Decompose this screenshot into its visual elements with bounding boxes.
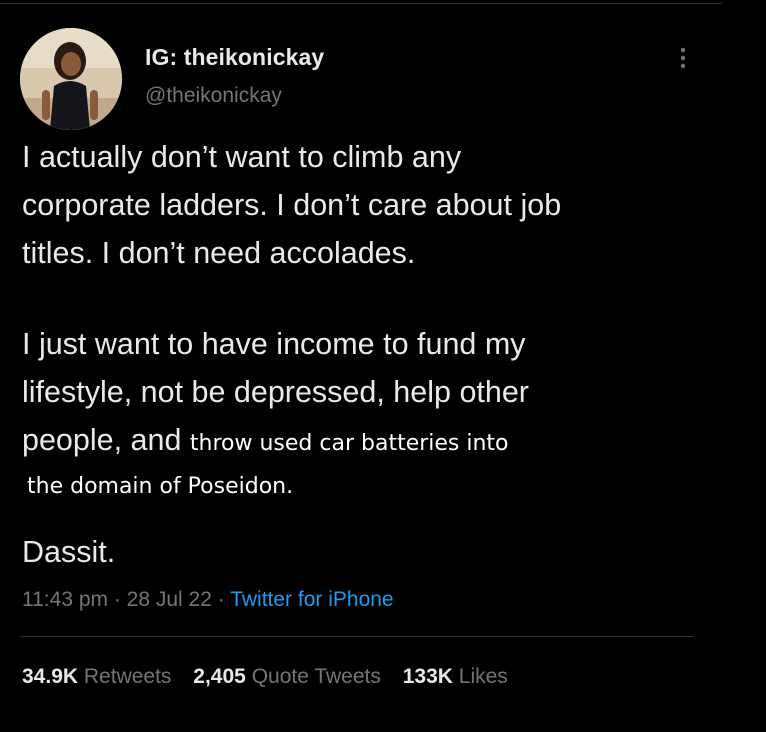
- profile-photo-icon: [20, 28, 122, 130]
- meta-separator: ·: [108, 588, 127, 611]
- tweet-paragraph-2: I just want to have income to fund my li…: [22, 320, 712, 468]
- retweets-stat[interactable]: 34.9K Retweets: [22, 665, 171, 688]
- retweets-label: Retweets: [83, 665, 172, 688]
- quote-tweets-stat[interactable]: 2,405 Quote Tweets: [193, 665, 381, 688]
- likes-stat[interactable]: 133K Likes: [403, 665, 508, 688]
- tweet-line: titles. I don’t need accolades.: [22, 236, 416, 270]
- tweet-paragraph-1: I actually don’t want to climb any corpo…: [22, 133, 712, 277]
- tweet-source-link[interactable]: Twitter for iPhone: [230, 588, 393, 611]
- tweet-time[interactable]: 11:43 pm: [22, 588, 108, 611]
- tweet-line: corporate ladders. I don’t care about jo…: [22, 188, 562, 222]
- tweet-stats: 34.9K Retweets 2,405 Quote Tweets 133K L…: [22, 665, 524, 689]
- stats-divider: [20, 636, 694, 637]
- tweet-meta: 11:43 pm · 28 Jul 22 · Twitter for iPhon…: [22, 588, 394, 612]
- tweet-line: I just want to have income to fund my: [22, 327, 526, 361]
- likes-count: 133K: [402, 665, 453, 688]
- edited-text-overlay-line-2: the domain of Poseidon.: [27, 474, 294, 499]
- tweet-line-original-part: people, and: [22, 423, 190, 457]
- meta-separator: ·: [211, 588, 231, 611]
- quote-tweets-label: Quote Tweets: [251, 665, 381, 688]
- top-divider: [0, 3, 722, 4]
- likes-label: Likes: [458, 665, 508, 688]
- tweet-date[interactable]: 28 Jul 22: [127, 588, 212, 611]
- avatar[interactable]: [20, 28, 122, 130]
- tweet-line: I actually don’t want to climb any: [22, 140, 462, 174]
- tweet-signoff: Dassit.: [22, 535, 116, 569]
- retweets-count: 34.9K: [22, 665, 79, 688]
- author-handle[interactable]: @theikonickay: [145, 84, 282, 108]
- quote-tweets-count: 2,405: [193, 665, 246, 688]
- more-options-icon[interactable]: [676, 44, 690, 72]
- tweet-line: people, and throw used car batteries int…: [22, 416, 712, 468]
- edited-text-overlay: throw used car batteries into: [189, 431, 509, 456]
- author-display-name[interactable]: IG: theikonickay: [145, 44, 324, 71]
- tweet-line: lifestyle, not be depressed, help other: [22, 375, 529, 409]
